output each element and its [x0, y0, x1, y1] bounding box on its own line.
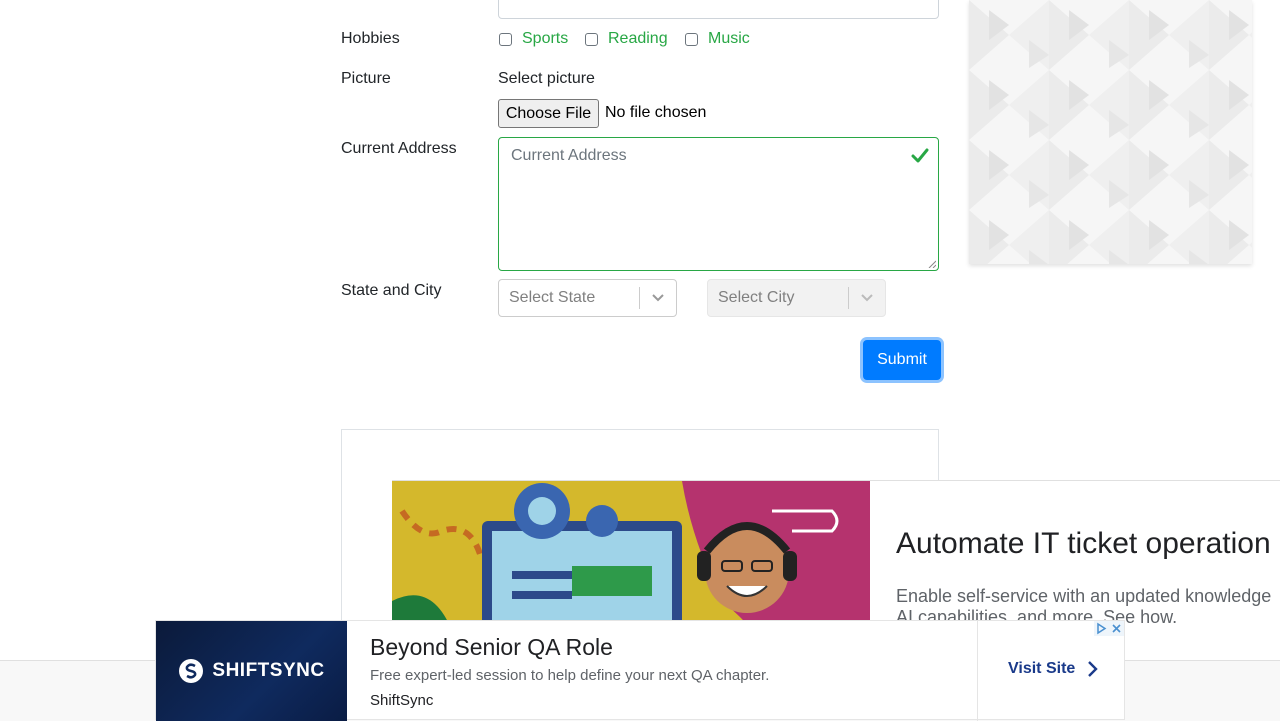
checkbox-box[interactable]	[499, 32, 512, 46]
hobbies-label: Hobbies	[341, 30, 400, 47]
visit-site-button[interactable]: Visit Site	[1008, 660, 1099, 678]
checkmark-icon	[911, 148, 929, 163]
bottom-ad-brand: ShiftSync	[370, 692, 434, 709]
shiftsync-logo-icon	[179, 659, 204, 683]
hobby-reading-checkbox[interactable]: Reading	[585, 29, 668, 49]
hobby-sports-label[interactable]: Sports	[522, 30, 568, 48]
current-address-textarea[interactable]: Current Address	[498, 137, 939, 271]
hobby-sports-checkbox[interactable]: Sports	[499, 29, 568, 49]
ad-description-line: Enable self-service with an updated know…	[896, 586, 1272, 606]
select-picture-hint: Select picture	[498, 70, 595, 87]
checkbox-box[interactable]	[685, 32, 698, 46]
bottom-ad-description: Free expert-led session to help define y…	[370, 667, 770, 684]
adchoices-icon[interactable]	[1094, 621, 1109, 636]
city-select[interactable]: Select City	[707, 279, 886, 317]
choose-file-button[interactable]: Choose File	[498, 99, 599, 128]
visit-site-label[interactable]: Visit Site	[1008, 660, 1075, 678]
shiftsync-logo[interactable]: SHIFTSYNC	[156, 621, 347, 721]
address-placeholder: Current Address	[511, 147, 627, 164]
side-ad-banner[interactable]	[969, 0, 1252, 264]
ad-headline[interactable]: Automate IT ticket operation	[896, 527, 1271, 561]
hobby-music-label[interactable]: Music	[708, 30, 750, 48]
logo-text: SHIFTSYNC	[212, 660, 325, 681]
subjects-input[interactable]	[498, 0, 939, 19]
bottom-ad-title[interactable]: Beyond Senior QA Role	[370, 634, 613, 661]
chevron-right-icon[interactable]	[1085, 660, 1099, 678]
chevron-down-icon[interactable]	[849, 280, 885, 316]
hobby-music-checkbox[interactable]: Music	[685, 29, 750, 49]
picture-label: Picture	[341, 70, 391, 87]
file-status-text: No file chosen	[605, 104, 707, 121]
triangle-pattern-image	[969, 0, 1252, 264]
resize-grip-icon[interactable]	[928, 260, 936, 268]
state-city-label: State and City	[341, 282, 442, 299]
checkbox-box[interactable]	[585, 32, 598, 46]
submit-button[interactable]: Submit	[863, 340, 941, 380]
city-placeholder: Select City	[718, 289, 795, 306]
state-select[interactable]: Select State	[498, 279, 677, 317]
chevron-down-icon[interactable]	[640, 280, 676, 316]
hobby-reading-label[interactable]: Reading	[608, 30, 668, 48]
bottom-sticky-ad[interactable]: SHIFTSYNC Beyond Senior QA Role Free exp…	[155, 620, 1125, 721]
divider	[977, 621, 978, 721]
current-address-label: Current Address	[341, 140, 457, 157]
adchoices[interactable]	[1094, 621, 1124, 636]
close-icon[interactable]	[1109, 621, 1124, 636]
state-placeholder: Select State	[509, 289, 596, 306]
